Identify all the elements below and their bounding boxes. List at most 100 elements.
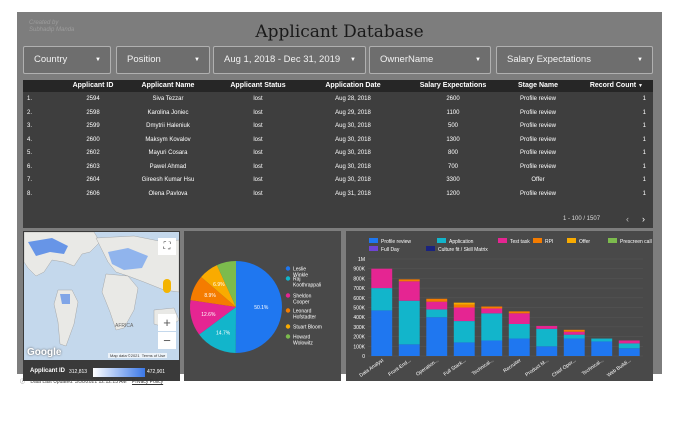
bar-segment[interactable]: [508, 323, 530, 339]
table-row[interactable]: 3. 2599 Dmytrii Haleniuk lost Aug 30, 2018 50…: [23, 120, 653, 133]
map-zoom-in-button[interactable]: +: [158, 314, 176, 331]
pie-slice-label: 14.7%: [216, 330, 231, 336]
pagination-range: 1 - 100 / 1507: [563, 216, 601, 222]
bar-segment[interactable]: [426, 301, 448, 310]
bar-segment[interactable]: [453, 302, 475, 305]
privacy-policy-link[interactable]: Privacy Policy: [132, 379, 163, 385]
pegman-icon[interactable]: [163, 279, 171, 293]
geo-map-panel: AFRICA ⛶ + − Google Map data ©2021 Terms…: [23, 231, 180, 381]
col-header-salary-expectations[interactable]: Salary Expectations: [403, 80, 503, 92]
bar-segment[interactable]: [481, 308, 503, 314]
bar-segment[interactable]: [591, 341, 613, 356]
bar-legend-label: Profile review: [381, 239, 411, 245]
table-row[interactable]: 8. 2606 Olena Pavlova lost Aug 31, 2018 1200 P…: [23, 188, 653, 201]
table-cell: Profile review: [519, 109, 556, 116]
owner-pie-chart[interactable]: 50.1%14.7%12.6%8.9%6.9%Leslie WinkleRaj Ko…: [184, 231, 341, 381]
col-header-applicant-id[interactable]: Applicant ID: [63, 80, 123, 92]
table-cell: Profile review: [519, 123, 556, 129]
position-filter[interactable]: Position ▼: [116, 46, 210, 74]
bar-segment[interactable]: [398, 279, 420, 282]
dropdown-caret-icon: ▼: [194, 57, 200, 63]
bar-segment[interactable]: [371, 310, 393, 356]
world-map[interactable]: AFRICA ⛶ + − Google Map data ©2021 Terms…: [24, 232, 179, 360]
table-cell: Profile review: [519, 96, 556, 102]
table-cell: Profile review: [519, 190, 556, 197]
next-page-icon[interactable]: ›: [642, 214, 645, 224]
legend-swatch: [285, 308, 291, 313]
bar-segment[interactable]: [563, 329, 585, 332]
col-header-applicant-status[interactable]: Applicant Status: [213, 80, 303, 92]
bar-segment[interactable]: [398, 281, 420, 301]
bar-segment[interactable]: [371, 268, 393, 289]
country-filter[interactable]: Country ▼: [23, 46, 111, 74]
dashboard-title: Applicant Database: [255, 22, 424, 42]
bar-legend-label: RPI: [545, 239, 553, 245]
map-zoom-out-button[interactable]: −: [158, 332, 176, 349]
table-row[interactable]: 2. 2598 Karolina Joniec lost Aug 29, 2018 110…: [23, 107, 653, 120]
bar-segment[interactable]: [508, 311, 530, 314]
map-terms-link[interactable]: Terms of Use: [142, 353, 166, 358]
table-cell: 4.: [27, 136, 33, 143]
bar-segment[interactable]: [481, 306, 503, 309]
bar-segment[interactable]: [563, 334, 585, 339]
bar-legend-label: Full Day: [381, 247, 400, 253]
table-cell: Mayuri Cosara: [148, 150, 188, 156]
applicant-table: Applicant ID Applicant Name Applicant St…: [23, 80, 653, 228]
salary-filter[interactable]: Salary Expectations ▼: [496, 46, 653, 74]
date-range-filter[interactable]: Aug 1, 2018 - Dec 31, 2019 ▼: [213, 46, 366, 74]
table-cell: 3300: [446, 177, 460, 183]
map-fullscreen-button[interactable]: ⛶: [158, 238, 176, 255]
dropdown-caret-icon: ▼: [95, 57, 101, 63]
table-cell: Profile review: [519, 163, 556, 170]
bar-segment[interactable]: [536, 328, 558, 347]
bar-segment[interactable]: [398, 344, 420, 356]
bar-segment[interactable]: [453, 304, 475, 308]
table-row[interactable]: 5. 2602 Mayuri Cosara lost Aug 30, 2018 800 Pr…: [23, 147, 653, 160]
bar-segment[interactable]: [536, 346, 558, 356]
stage-stacked-bar-chart[interactable]: Profile review Application Test task RPI Off…: [346, 231, 653, 381]
prev-page-icon[interactable]: ‹: [626, 214, 629, 224]
bar-segment[interactable]: [563, 331, 585, 335]
legend-swatch: [426, 246, 435, 251]
table-cell: Aug 30, 2018: [335, 136, 371, 143]
bar-segment[interactable]: [453, 342, 475, 356]
bar-segment[interactable]: [618, 340, 640, 344]
table-row[interactable]: 1. 2594 Siva Tezzar lost Aug 28, 2018 2600 Pro…: [23, 93, 653, 106]
bar-segment[interactable]: [481, 313, 503, 341]
col-header-stage-name[interactable]: Stage Name: [503, 80, 573, 92]
bar-segment[interactable]: [453, 307, 475, 322]
table-row[interactable]: 6. 2603 Pawel Ahmad lost Aug 30, 2018 700 Prof…: [23, 161, 653, 174]
bar-segment[interactable]: [426, 309, 448, 318]
table-row[interactable]: 7. 2604 Gireesh Kumar Hsu lost Aug 30, 2018 3…: [23, 174, 653, 187]
bar-segment[interactable]: [426, 298, 448, 302]
table-cell: Dmytrii Haleniuk: [146, 123, 190, 129]
bar-segment[interactable]: [398, 300, 420, 345]
y-tick-label: 1M: [358, 257, 365, 263]
pie-legend-label: Howard Wolowitz: [293, 335, 313, 347]
bar-segment[interactable]: [426, 317, 448, 356]
bar-segment[interactable]: [508, 313, 530, 324]
dropdown-caret-icon: ▼: [475, 57, 481, 63]
record-count-header-label: Record Count: [589, 82, 637, 89]
bar-segment[interactable]: [371, 288, 393, 311]
bar-segment[interactable]: [591, 338, 613, 342]
bar-segment[interactable]: [618, 343, 640, 349]
table-cell: lost: [253, 109, 263, 116]
bar-segment[interactable]: [508, 338, 530, 356]
bar-segment[interactable]: [536, 325, 558, 329]
bar-segment[interactable]: [563, 338, 585, 356]
bar-segment[interactable]: [618, 348, 640, 356]
bar-legend-label: Culture fit / Skill Matrix: [438, 247, 488, 253]
data-updated-text: Data Last Updated: 3/30/2021 12:12:13 AM: [30, 379, 127, 385]
col-header-applicant-name[interactable]: Applicant Name: [123, 80, 213, 92]
map-legend-max: 472,901: [147, 369, 166, 375]
owner-filter[interactable]: OwnerName ▼: [369, 46, 491, 74]
col-header-application-date[interactable]: Application Date: [303, 80, 403, 92]
bar-segment[interactable]: [453, 321, 475, 343]
table-row[interactable]: 4. 2600 Maksym Kovalov lost Aug 30, 2018 1300…: [23, 134, 653, 147]
col-header-record-count[interactable]: Record Count ▼: [583, 80, 643, 92]
y-tick-label: 800K: [353, 276, 365, 282]
pie-slice-label: 8.9%: [204, 293, 216, 299]
table-cell: 1: [642, 177, 646, 183]
bar-segment[interactable]: [481, 340, 503, 356]
